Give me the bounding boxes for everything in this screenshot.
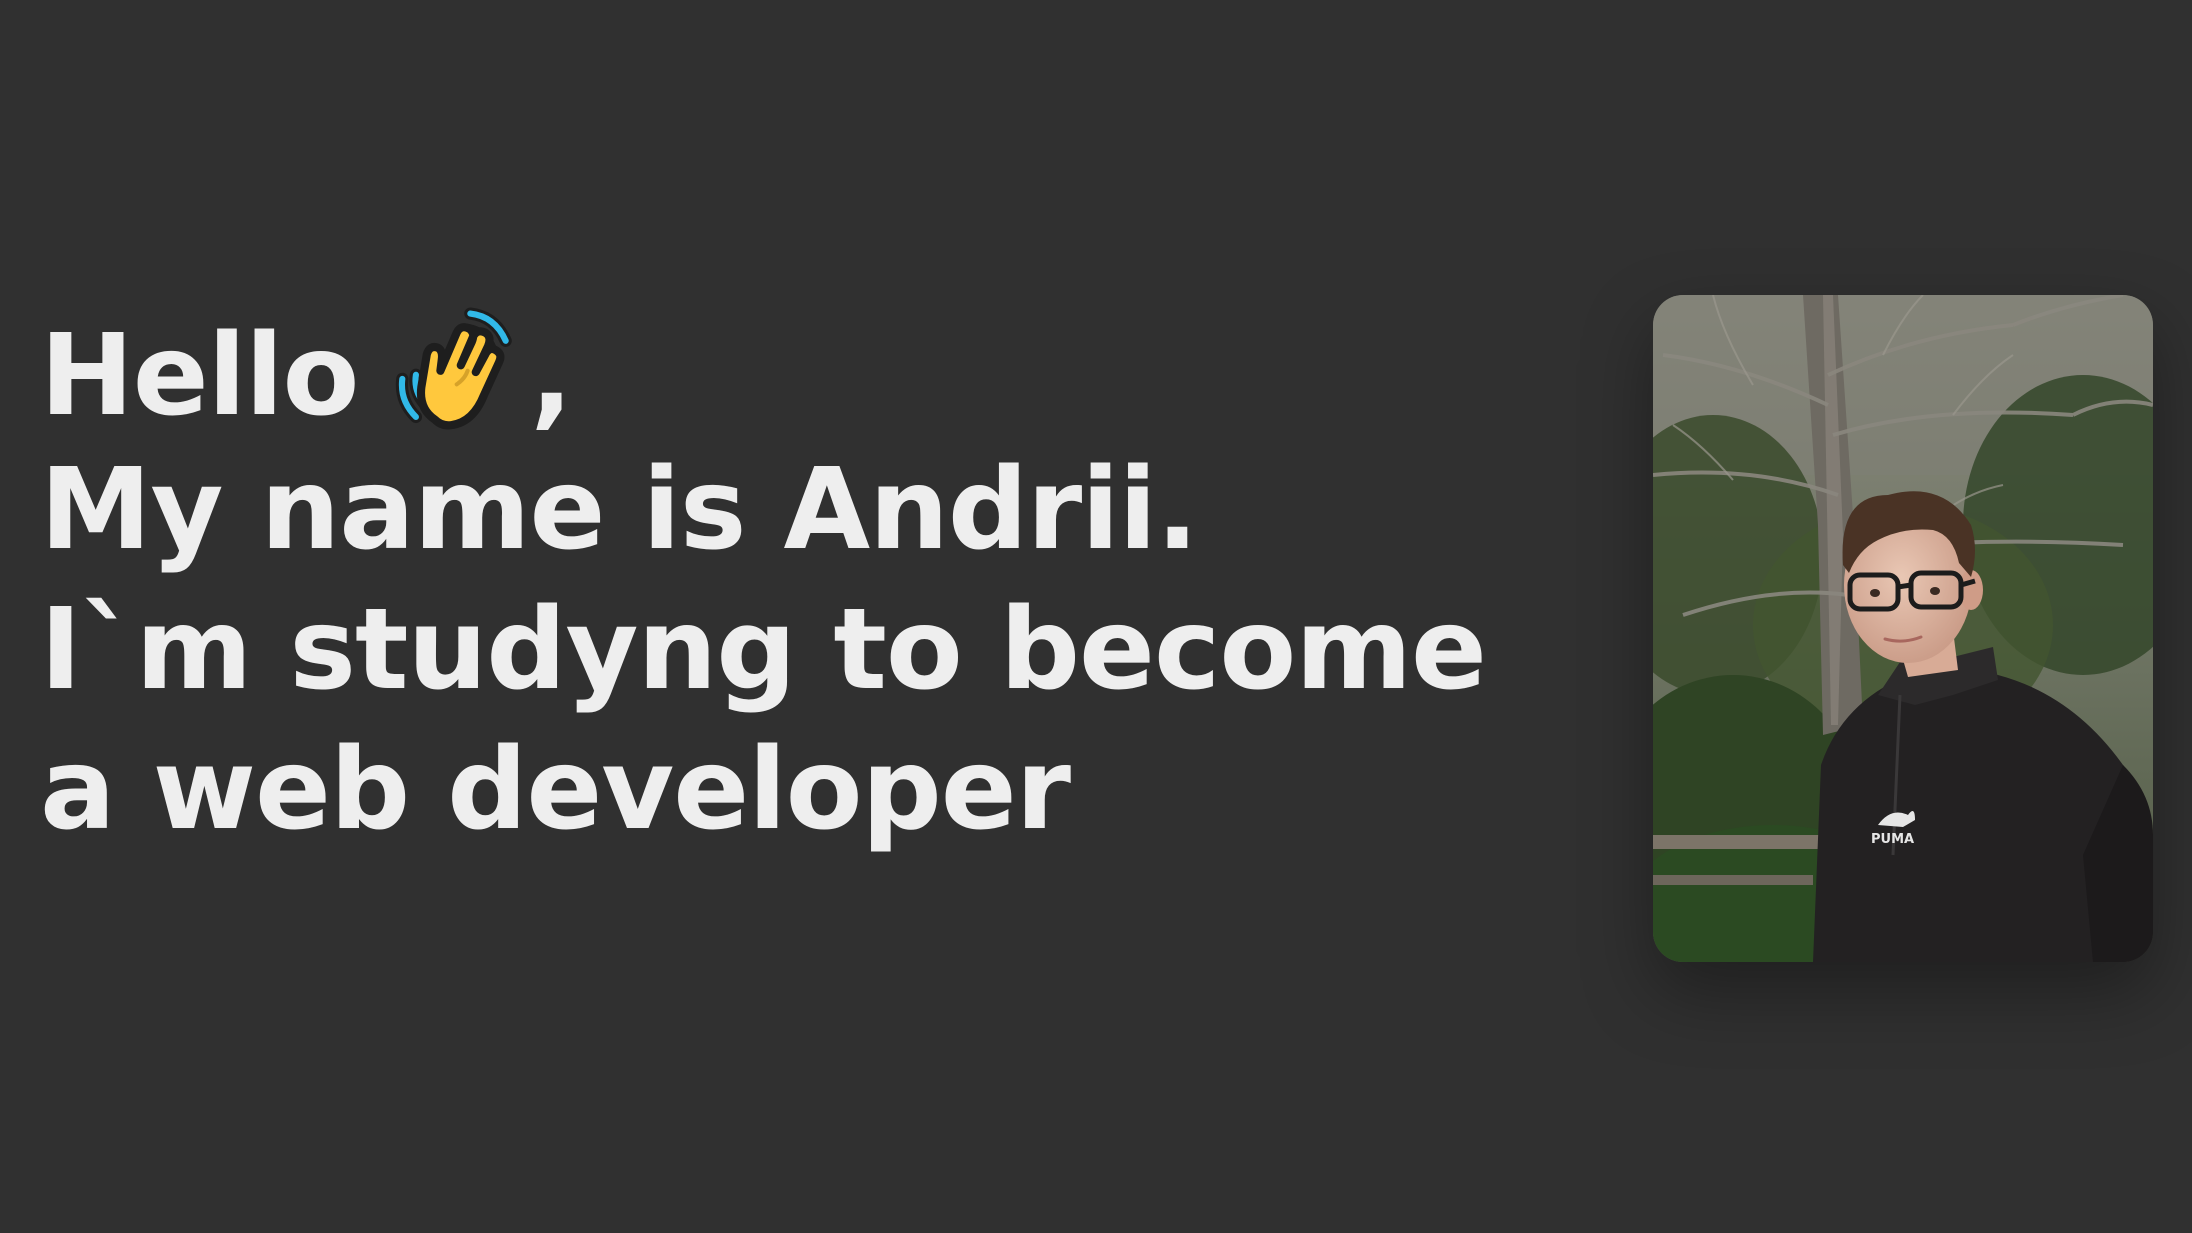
portrait-photo: PUMA (1653, 295, 2153, 962)
greeting-line: Hello , (40, 300, 1486, 441)
greeting-text: Hello (40, 311, 359, 441)
page: Hello , My name is Andrii. I`m studyng t… (0, 0, 2192, 1233)
waving-hand-icon (386, 300, 522, 436)
greeting-comma: , (530, 311, 573, 441)
name-line: My name is Andrii. (40, 445, 1199, 575)
intro-heading: Hello , My name is Andrii. I`m studyng t… (40, 300, 1487, 860)
svg-text:PUMA: PUMA (1871, 832, 1914, 847)
goal-line: a web developer (40, 725, 1071, 855)
study-line: I`m studyng to become (40, 585, 1487, 715)
